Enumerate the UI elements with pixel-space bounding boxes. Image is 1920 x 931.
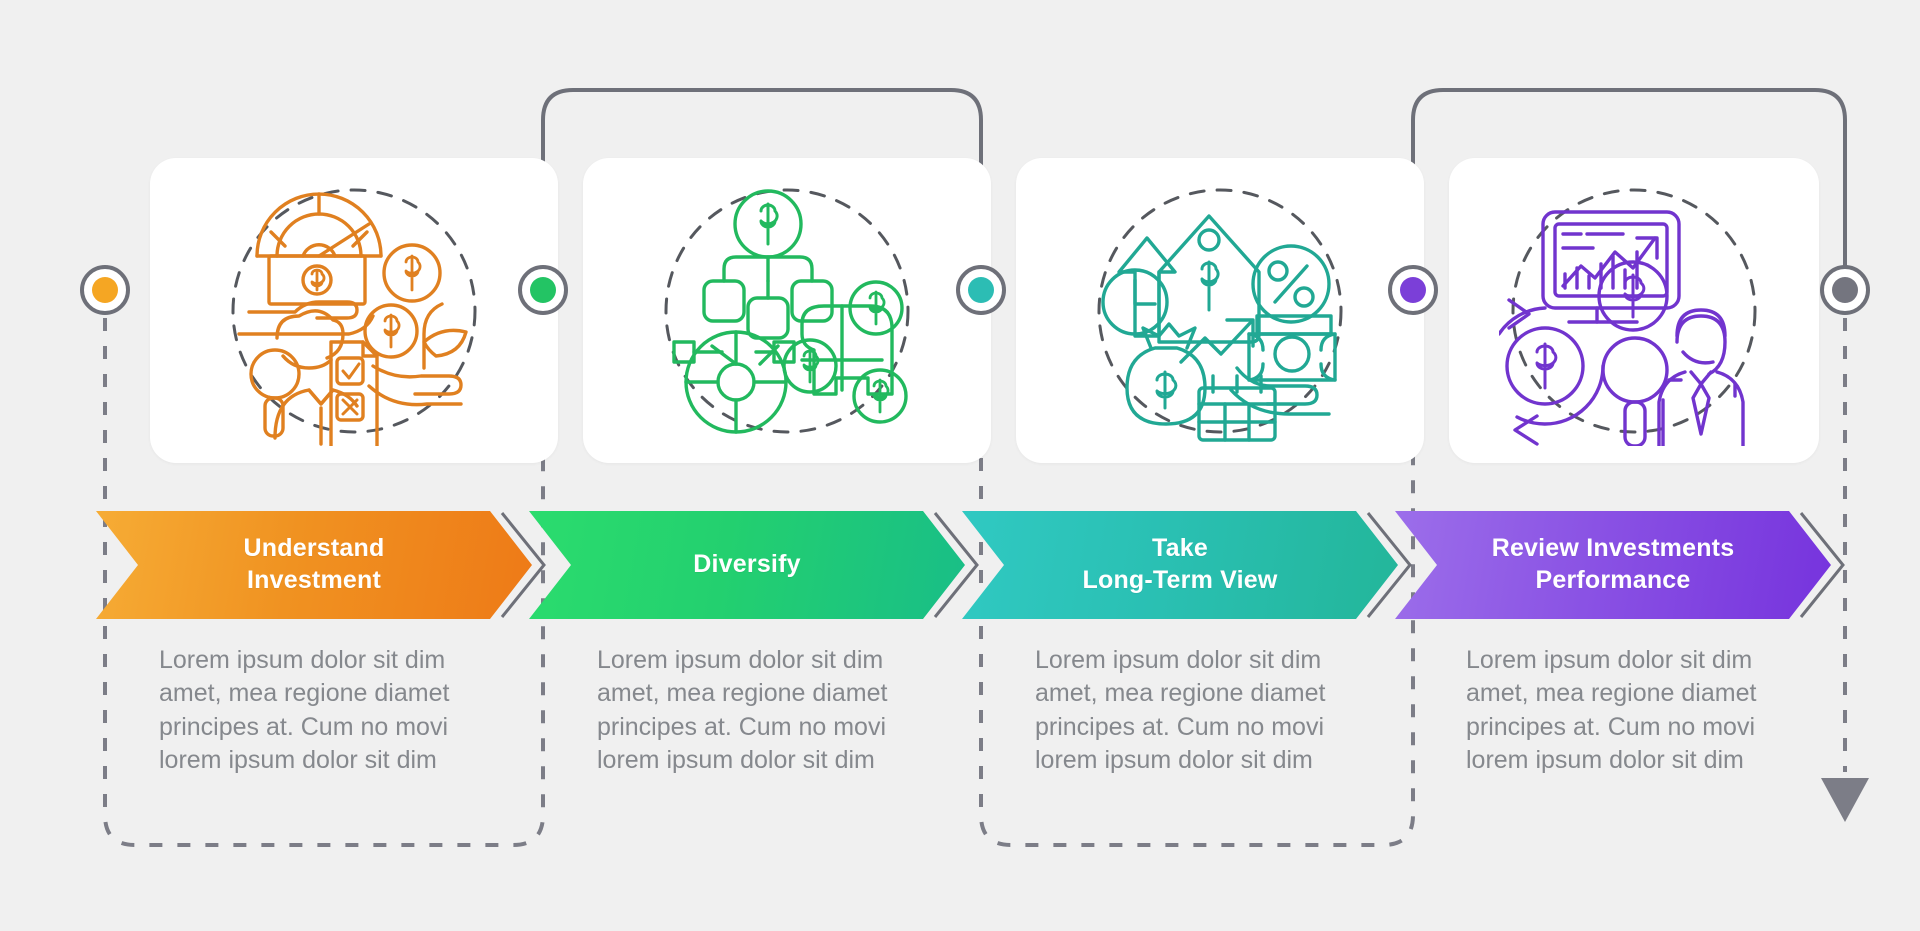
step-title-1: Understand Investment — [243, 534, 385, 594]
step-banner-row: Understand Investment Diversify Take Lon… — [0, 0, 1920, 931]
step-title-4: Review Investments Performance — [1491, 534, 1735, 594]
timeline-node-1[interactable] — [80, 265, 130, 315]
timeline-node-row — [80, 265, 1870, 315]
icon-card-diversify[interactable] — [583, 158, 991, 463]
icon-card-row — [0, 0, 1920, 931]
step-banner-take-long-term-view[interactable]: Take Long-Term View — [962, 511, 1398, 619]
icon-card-take-long-term-view[interactable] — [1016, 158, 1424, 463]
diversify-icon — [652, 176, 922, 446]
infographic-canvas: Understand Investment Diversify Take Lon… — [0, 0, 1920, 931]
icon-card-review-investments-performance[interactable] — [1449, 158, 1819, 463]
timeline-node-5[interactable] — [1820, 265, 1870, 315]
step-description-row: Lorem ipsum dolor sit dim amet, mea regi… — [0, 0, 1920, 931]
step-banner-diversify[interactable]: Diversify — [529, 511, 965, 619]
icon-card-understand-investment[interactable] — [150, 158, 558, 463]
flow-end-arrow-icon — [1821, 778, 1869, 822]
step-banner-review-investments-performance[interactable]: Review Investments Performance — [1395, 511, 1831, 619]
step-banner-understand-investment[interactable]: Understand Investment — [96, 511, 532, 619]
connector-lines — [103, 88, 1869, 847]
understand-investment-icon — [219, 176, 489, 446]
step-description-1: Lorem ipsum dolor sit dim amet, mea regi… — [159, 646, 450, 774]
review-investments-performance-icon — [1499, 176, 1769, 446]
step-title-3: Take Long-Term View — [1082, 534, 1278, 594]
step-title-2: Diversify — [693, 550, 801, 579]
step-description-3: Lorem ipsum dolor sit dim amet, mea regi… — [1035, 646, 1326, 774]
step-description-4: Lorem ipsum dolor sit dim amet, mea regi… — [1466, 646, 1757, 774]
take-long-term-view-icon — [1085, 176, 1355, 446]
step-description-2: Lorem ipsum dolor sit dim amet, mea regi… — [597, 646, 888, 774]
